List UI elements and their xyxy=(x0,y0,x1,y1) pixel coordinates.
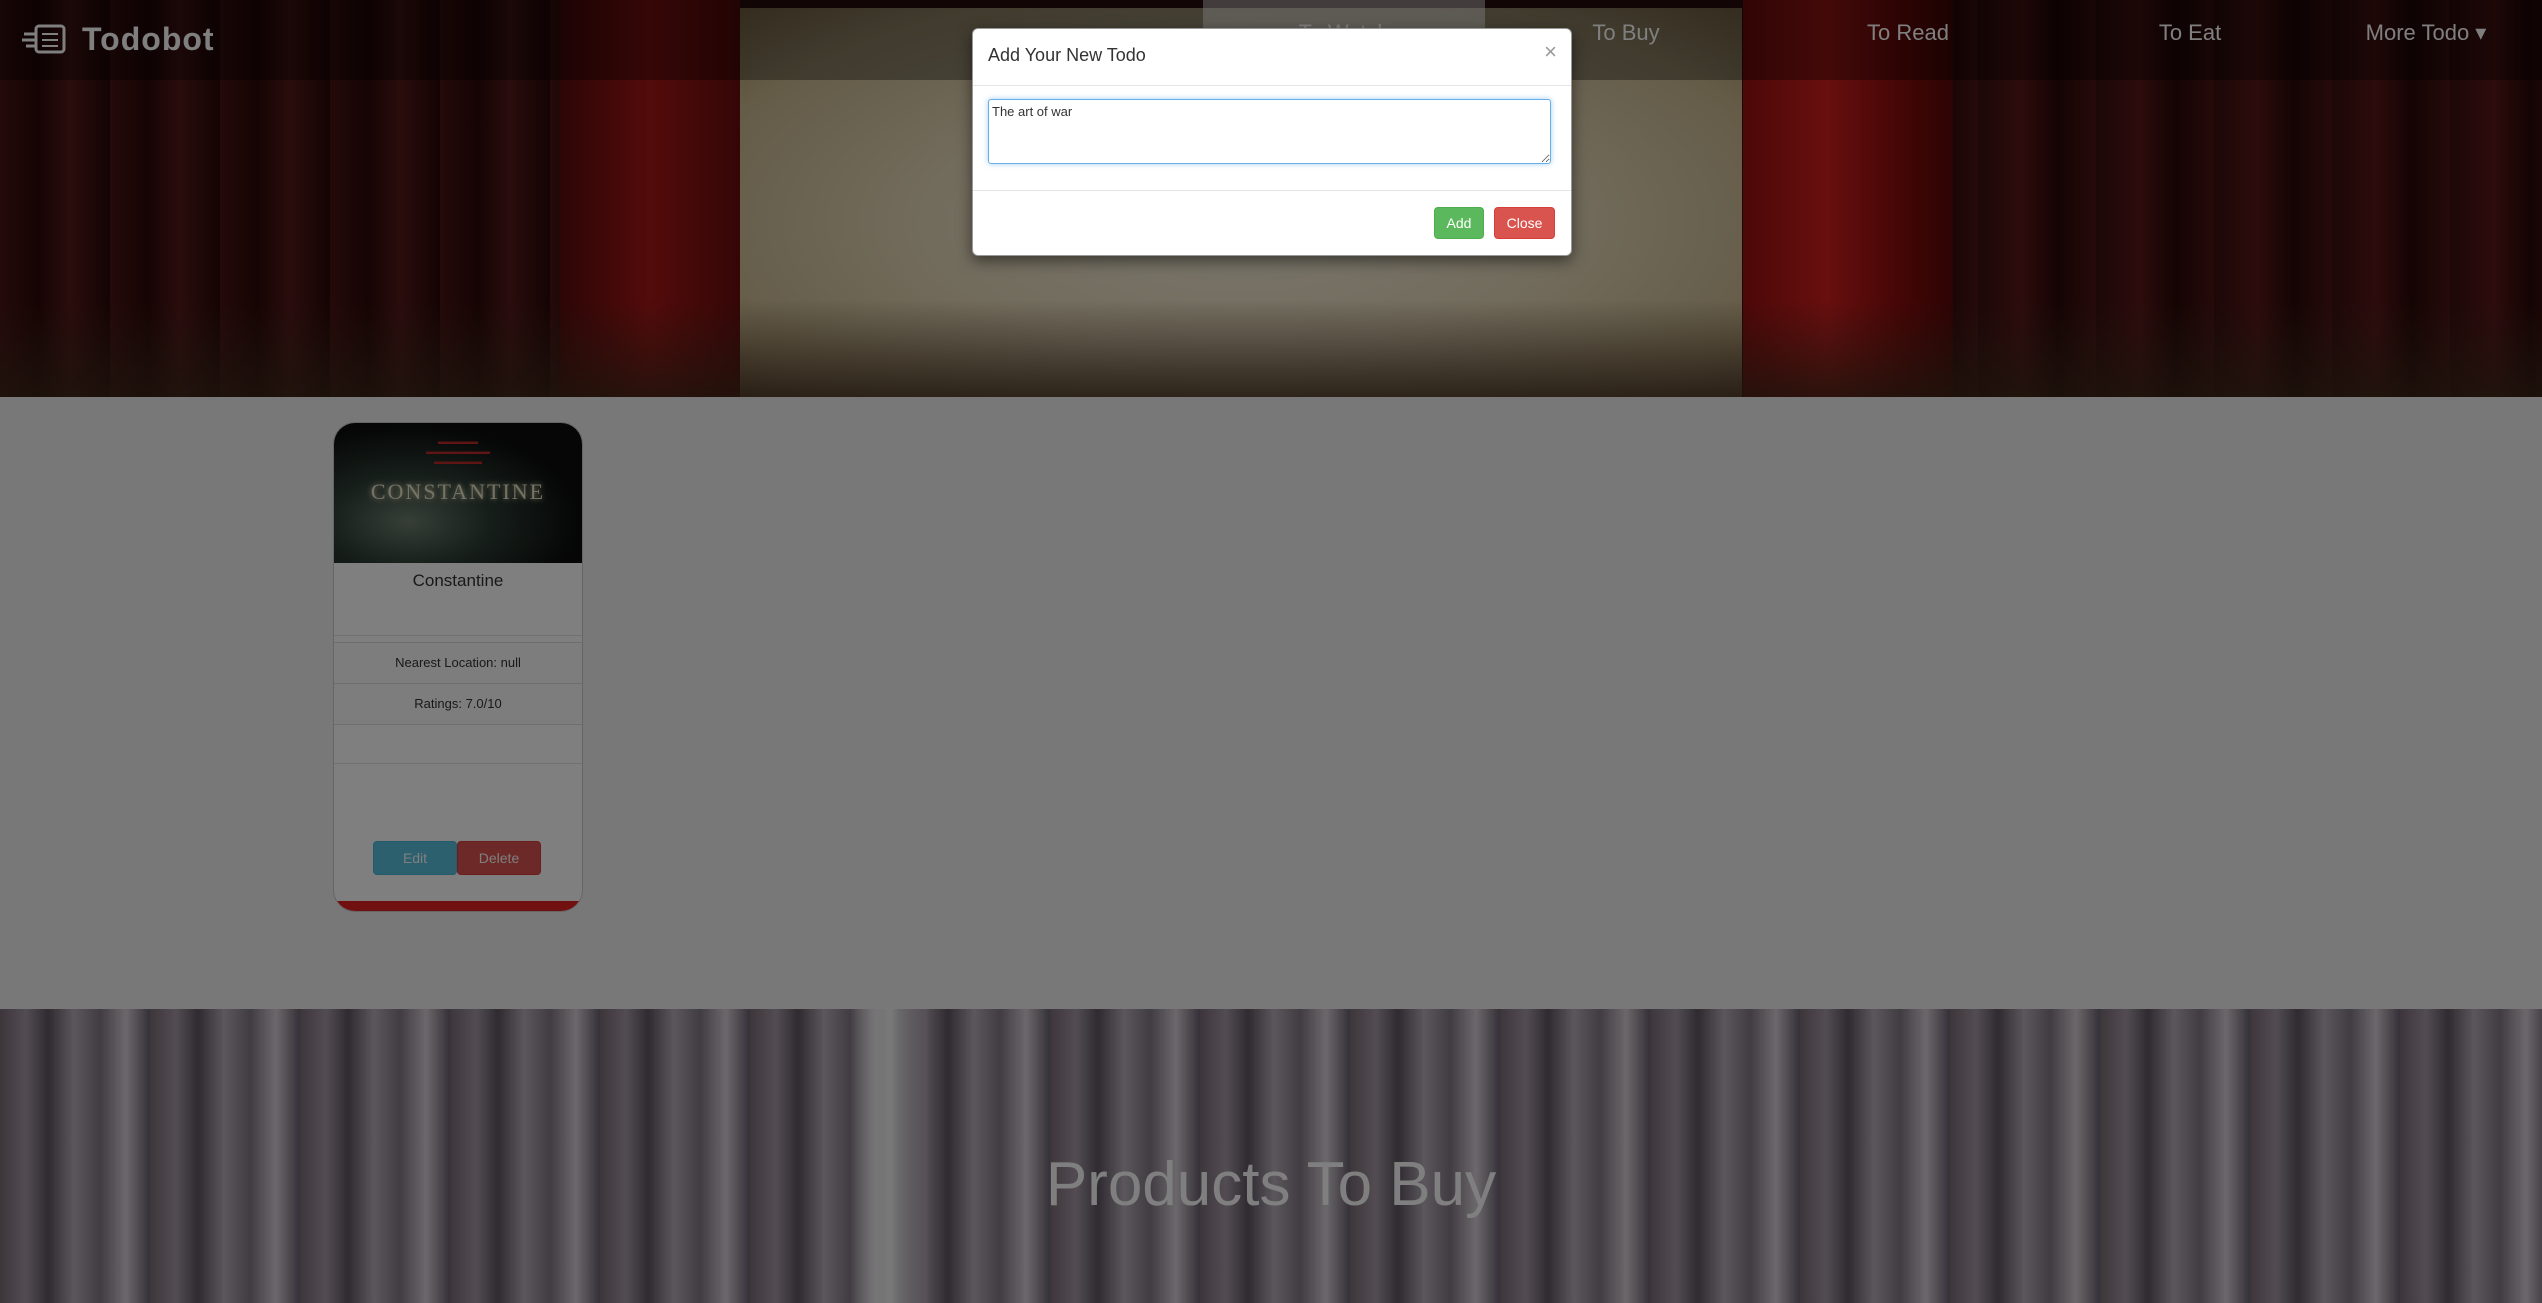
add-todo-modal: Add Your New Todo × The art of war Add C… xyxy=(972,28,1572,256)
modal-title: Add Your New Todo xyxy=(988,45,1146,65)
add-button[interactable]: Add xyxy=(1434,207,1484,239)
close-button[interactable]: Close xyxy=(1494,207,1555,239)
modal-header-divider xyxy=(973,85,1571,86)
todo-textarea[interactable]: The art of war xyxy=(988,99,1551,164)
close-icon[interactable]: × xyxy=(1544,39,1557,65)
modal-footer-divider xyxy=(973,190,1571,191)
